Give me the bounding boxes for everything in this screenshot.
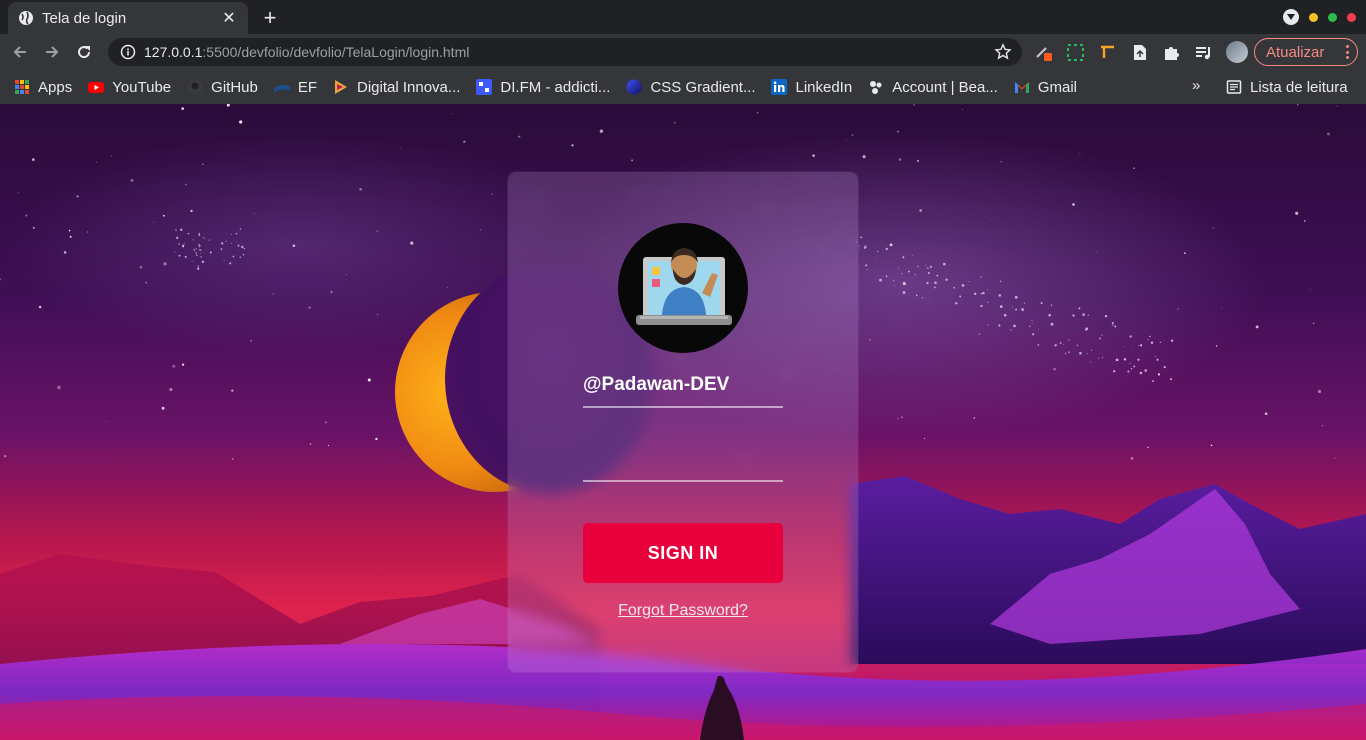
sign-in-button[interactable]: SIGN IN: [583, 523, 783, 583]
github-icon: [187, 79, 203, 95]
bookmark-label: EF: [297, 78, 318, 96]
forward-button[interactable]: [40, 40, 64, 64]
bookmark-css-gradient[interactable]: CSS Gradient...: [618, 73, 763, 101]
user-avatar: [618, 223, 748, 353]
new-tab-button[interactable]: +: [258, 5, 282, 30]
globe-icon: [19, 11, 33, 25]
browser-tab[interactable]: Tela de login ✕: [8, 2, 248, 34]
username-field[interactable]: @Padawan-DEV: [583, 374, 783, 408]
tab-title: Tela de login: [42, 9, 127, 27]
color-picker-extension-icon[interactable]: [1034, 43, 1053, 62]
bookmark-difm[interactable]: DI.FM - addicti...: [468, 73, 618, 101]
bookmark-youtube[interactable]: YouTube: [80, 73, 179, 101]
css-gradient-icon: [626, 79, 642, 95]
address-bar[interactable]: 127.0.0.1:5500/devfolio/devfolio/TelaLog…: [108, 38, 1022, 66]
avatar-illustration: [636, 248, 732, 325]
media-queue-icon[interactable]: [1194, 43, 1213, 62]
bookmark-digital-innovation[interactable]: Digital Innova...: [325, 73, 468, 101]
login-card: @Padawan-DEV SIGN IN Forgot Password?: [508, 172, 858, 672]
tab-close-icon[interactable]: ✕: [220, 9, 238, 27]
bookmark-label: GitHub: [211, 78, 258, 96]
back-arrow-icon: [13, 46, 26, 58]
maximize-button[interactable]: [1328, 12, 1337, 22]
url-path: :5500/devfolio/devfolio/TelaLogin/login.…: [202, 44, 470, 60]
bookmark-gmail[interactable]: Gmail: [1006, 73, 1085, 101]
bookmark-linkedin[interactable]: LinkedIn: [763, 73, 860, 101]
cloaked-figure-illustration: [700, 676, 744, 740]
window-controls: [1283, 9, 1356, 25]
bookmarks-overflow-button[interactable]: »: [1192, 77, 1200, 94]
difm-icon: [476, 79, 493, 95]
profile-avatar[interactable]: [1226, 41, 1248, 63]
tab-strip: Tela de login ✕ +: [0, 0, 1366, 34]
bookmark-label: Gmail: [1037, 78, 1077, 96]
linkedin-icon: [771, 79, 788, 95]
apps-grid-icon: [15, 80, 29, 94]
browser-toolbar: 127.0.0.1:5500/devfolio/devfolio/TelaLog…: [0, 34, 1366, 70]
forgot-password-link[interactable]: Forgot Password?: [508, 602, 858, 620]
bookmark-label: YouTube: [112, 78, 172, 96]
youtube-icon: [88, 82, 105, 93]
update-label: Atualizar: [1266, 43, 1325, 61]
forward-arrow-icon: [46, 46, 59, 58]
reading-list-icon: [1226, 80, 1242, 94]
password-field[interactable]: [583, 448, 783, 482]
bookmark-github[interactable]: GitHub: [179, 73, 266, 101]
extensions-area: [1034, 34, 1248, 70]
bookmark-label: DI.FM - addicti...: [500, 78, 611, 96]
reload-button[interactable]: [72, 40, 96, 64]
bookmark-label: Account | Bea...: [892, 78, 998, 96]
bookmarks-bar: Apps YouTube GitHub EF Digital Innova...…: [0, 70, 1366, 104]
bookmark-star-icon[interactable]: [994, 43, 1012, 61]
back-button[interactable]: [8, 40, 32, 64]
bookmark-ef[interactable]: EF: [266, 73, 325, 101]
tab-search-icon[interactable]: [1283, 9, 1299, 25]
ruler-extension-icon[interactable]: [1098, 43, 1117, 62]
bookmark-label: Apps: [38, 78, 73, 96]
browser-menu-icon[interactable]: [1345, 45, 1349, 59]
digital-innovation-icon: [335, 80, 348, 94]
gmail-icon: [1014, 82, 1029, 93]
site-info-icon[interactable]: [120, 44, 136, 60]
account-icon: [870, 81, 882, 94]
url-host: 127.0.0.1: [144, 44, 203, 60]
bookmark-label: CSS Gradient...: [650, 78, 756, 96]
bookmark-label: LinkedIn: [795, 78, 853, 96]
document-extension-icon[interactable]: [1130, 43, 1149, 62]
close-window-button[interactable]: [1347, 12, 1356, 22]
extensions-puzzle-icon[interactable]: [1162, 43, 1181, 62]
bookmark-label: Digital Innova...: [357, 78, 461, 96]
update-button[interactable]: Atualizar: [1254, 38, 1358, 66]
bookmark-apps[interactable]: Apps: [6, 73, 80, 101]
selection-extension-icon[interactable]: [1066, 43, 1085, 62]
reload-icon: [78, 46, 91, 59]
bookmark-account[interactable]: Account | Bea...: [860, 73, 1006, 101]
reading-list-button[interactable]: Lista de leitura: [1226, 73, 1348, 101]
reading-list-label: Lista de leitura: [1250, 78, 1348, 96]
page-viewport: @Padawan-DEV SIGN IN Forgot Password?: [0, 104, 1366, 740]
minimize-button[interactable]: [1309, 12, 1318, 22]
ef-icon: [273, 84, 290, 93]
